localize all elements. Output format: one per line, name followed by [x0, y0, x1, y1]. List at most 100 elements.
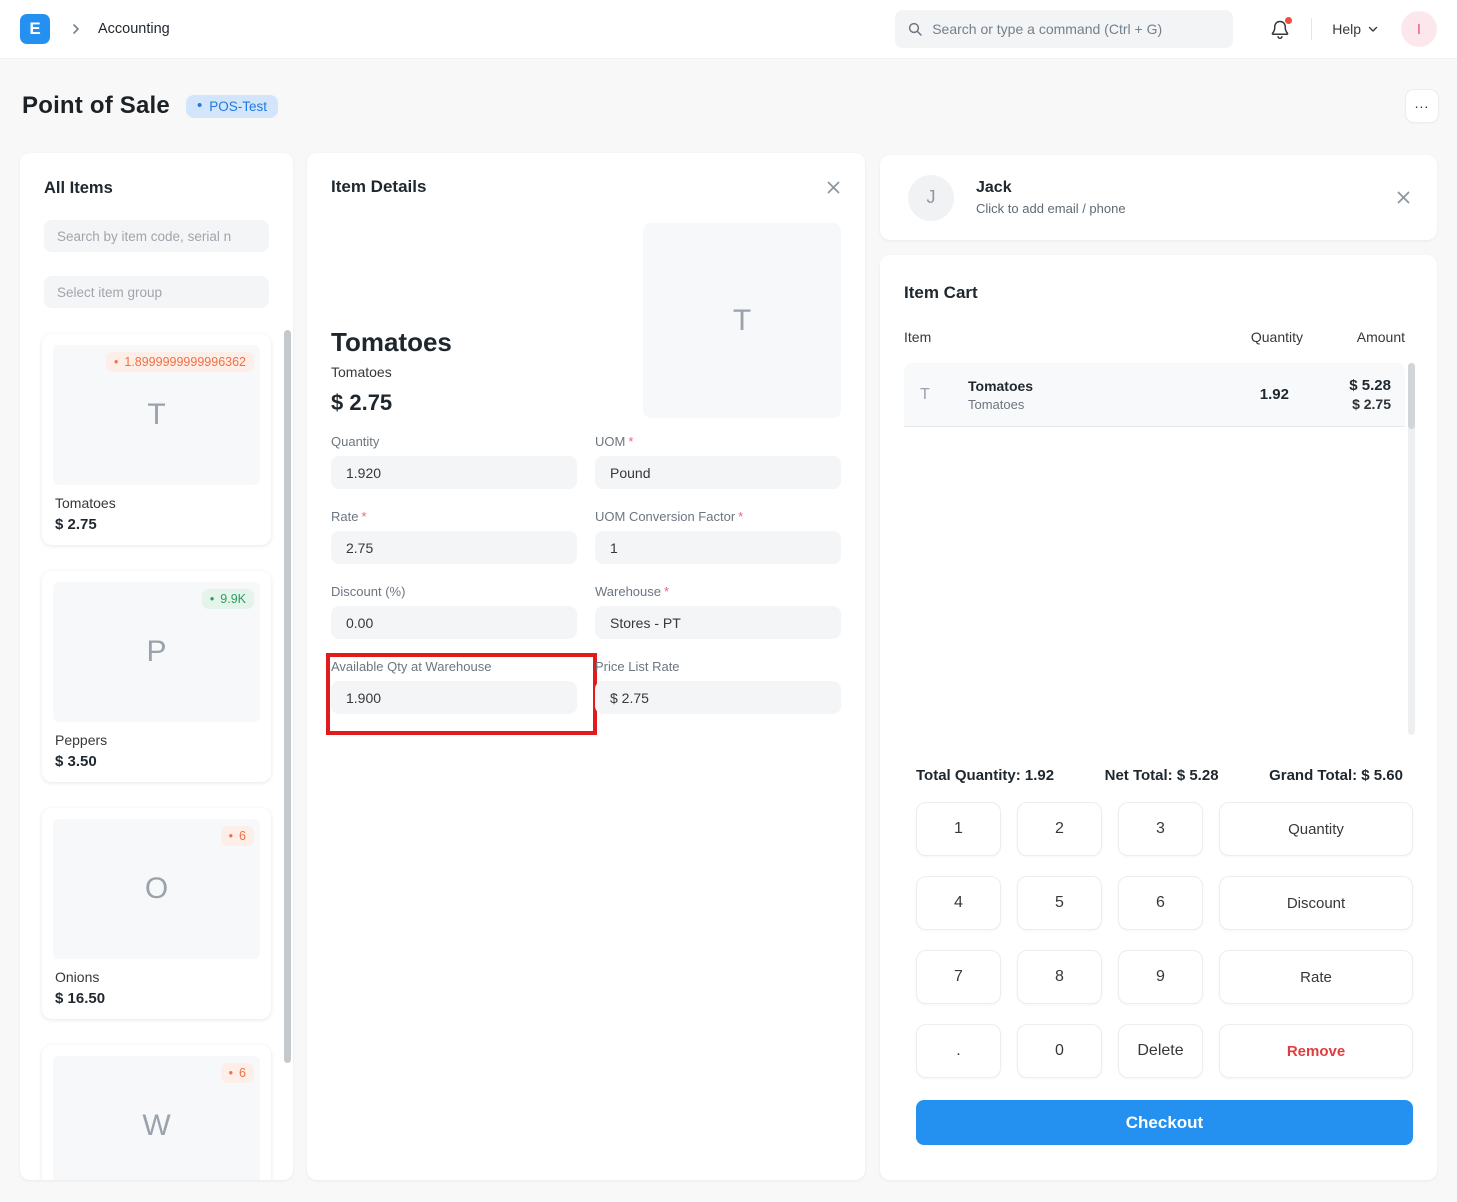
cart-item-quantity: 1.92: [1219, 386, 1289, 403]
breadcrumb[interactable]: Accounting: [98, 21, 170, 37]
cart-scrollbar-thumb[interactable]: [1408, 363, 1415, 429]
grand-total: Grand Total: $ 5.60: [1269, 767, 1403, 784]
field-label: Rate*: [331, 509, 577, 524]
quantity-input[interactable]: [331, 456, 577, 489]
item-card-onions[interactable]: • 6 O Onions $ 16.50: [42, 808, 271, 1019]
checkout-button[interactable]: Checkout: [916, 1100, 1413, 1145]
all-items-panel: All Items • 1.8999999999996362 T Tomatoe…: [20, 153, 293, 1180]
app-logo[interactable]: E: [20, 14, 50, 44]
item-letter: O: [145, 872, 168, 906]
uom-input[interactable]: [595, 456, 841, 489]
price-list-rate-input[interactable]: [595, 681, 841, 714]
field-rate: Rate*: [331, 509, 577, 564]
page-title: Point of Sale: [22, 92, 170, 120]
numpad-key-quantity[interactable]: Quantity: [1219, 802, 1413, 856]
uom-conversion-input[interactable]: [595, 531, 841, 564]
numpad: 1 2 3 Quantity 4 5 6 Discount 7 8 9 Rate…: [904, 802, 1413, 1078]
stock-qty: 6: [239, 1066, 246, 1080]
customer-avatar-letter: J: [927, 187, 936, 208]
item-card-w[interactable]: • 6 W: [42, 1045, 271, 1180]
items-scrollbar[interactable]: [284, 330, 291, 1063]
stock-badge: • 1.8999999999996362: [106, 352, 254, 372]
detail-item-name: Tomatoes: [331, 327, 452, 358]
numpad-key-delete[interactable]: Delete: [1118, 1024, 1203, 1078]
item-price: $ 16.50: [55, 990, 260, 1007]
cart-row-tomatoes[interactable]: T Tomatoes Tomatoes 1.92 $ 5.28 $ 2.75: [904, 363, 1405, 427]
global-search[interactable]: [895, 10, 1233, 48]
item-image-placeholder: • 6 W: [53, 1056, 260, 1180]
badge-dot: •: [114, 355, 118, 369]
numpad-key-rate[interactable]: Rate: [1219, 950, 1413, 1004]
badge-dot: •: [210, 592, 214, 606]
notifications-button[interactable]: [1269, 17, 1293, 41]
badge-label: POS-Test: [209, 99, 267, 114]
customer-name: Jack: [976, 179, 1126, 197]
cart-header-amount: Amount: [1327, 329, 1405, 345]
page-menu-button[interactable]: ...: [1405, 89, 1439, 123]
numpad-key-7[interactable]: 7: [916, 950, 1001, 1004]
numpad-key-remove[interactable]: Remove: [1219, 1024, 1413, 1078]
detail-item-price: $ 2.75: [331, 390, 452, 416]
pos-profile-badge: • POS-Test: [186, 95, 278, 118]
numpad-key-2[interactable]: 2: [1017, 802, 1102, 856]
item-price: $ 3.50: [55, 753, 260, 770]
numpad-key-8[interactable]: 8: [1017, 950, 1102, 1004]
detail-image-letter: T: [733, 304, 751, 338]
required-marker: *: [361, 509, 366, 524]
cart-scrollbar[interactable]: [1408, 363, 1415, 735]
stock-badge: • 6: [221, 1063, 254, 1083]
search-icon: [907, 21, 923, 37]
items-panel-title: All Items: [44, 179, 269, 198]
field-available-qty-highlighted: Available Qty at Warehouse: [331, 659, 577, 714]
page-header: Point of Sale • POS-Test ...: [22, 86, 1439, 126]
item-card-peppers[interactable]: • 9.9K P Peppers $ 3.50: [42, 571, 271, 782]
top-navbar: E Accounting Help: [0, 0, 1457, 59]
numpad-key-1[interactable]: 1: [916, 802, 1001, 856]
available-qty-input[interactable]: [331, 681, 577, 714]
user-avatar[interactable]: I: [1401, 11, 1437, 47]
global-search-input[interactable]: [932, 21, 1221, 37]
cart-item-amount: $ 5.28: [1313, 377, 1391, 394]
discount-input[interactable]: [331, 606, 577, 639]
item-letter: P: [146, 635, 166, 669]
field-warehouse: Warehouse*: [595, 584, 841, 639]
customer-avatar: J: [908, 175, 954, 221]
cart-item-name: Tomatoes: [968, 378, 1219, 394]
close-icon[interactable]: [826, 180, 841, 195]
ellipsis-icon: ...: [1415, 95, 1430, 111]
numpad-key-5[interactable]: 5: [1017, 876, 1102, 930]
field-label: Price List Rate: [595, 659, 841, 674]
item-image-placeholder: • 9.9K P: [53, 582, 260, 722]
chevron-right-icon: [68, 21, 84, 37]
cart-item-letter: T: [920, 386, 944, 404]
item-details-panel: Item Details Tomatoes Tomatoes $ 2.75 T …: [307, 153, 865, 1180]
item-details-title: Item Details: [331, 177, 426, 197]
numpad-key-6[interactable]: 6: [1118, 876, 1203, 930]
badge-dot: •: [229, 1066, 233, 1080]
logo-letter: E: [29, 19, 40, 39]
cart-header-item: Item: [904, 329, 1233, 345]
help-menu[interactable]: Help: [1332, 21, 1379, 37]
net-total: Net Total: $ 5.28: [1105, 767, 1219, 784]
numpad-key-4[interactable]: 4: [916, 876, 1001, 930]
warehouse-input[interactable]: [595, 606, 841, 639]
cart-item-rate: $ 2.75: [1313, 396, 1391, 412]
numpad-key-dot[interactable]: .: [916, 1024, 1001, 1078]
rate-input[interactable]: [331, 531, 577, 564]
numpad-key-3[interactable]: 3: [1118, 802, 1203, 856]
item-letter: T: [147, 398, 165, 432]
close-icon[interactable]: [1396, 190, 1411, 205]
item-card-tomatoes[interactable]: • 1.8999999999996362 T Tomatoes $ 2.75: [42, 334, 271, 545]
field-label: UOM Conversion Factor*: [595, 509, 841, 524]
item-group-select[interactable]: [44, 276, 269, 308]
numpad-key-9[interactable]: 9: [1118, 950, 1203, 1004]
badge-dot: •: [229, 829, 233, 843]
item-search-input[interactable]: [44, 220, 269, 252]
numpad-key-discount[interactable]: Discount: [1219, 876, 1413, 930]
help-label: Help: [1332, 21, 1361, 37]
numpad-key-0[interactable]: 0: [1017, 1024, 1102, 1078]
cart-list: T Tomatoes Tomatoes 1.92 $ 5.28 $ 2.75: [904, 363, 1413, 735]
cart-totals-row: Total Quantity: 1.92 Net Total: $ 5.28 G…: [904, 767, 1413, 784]
field-label: Discount (%): [331, 584, 577, 599]
customer-card[interactable]: J Jack Click to add email / phone: [880, 155, 1437, 240]
